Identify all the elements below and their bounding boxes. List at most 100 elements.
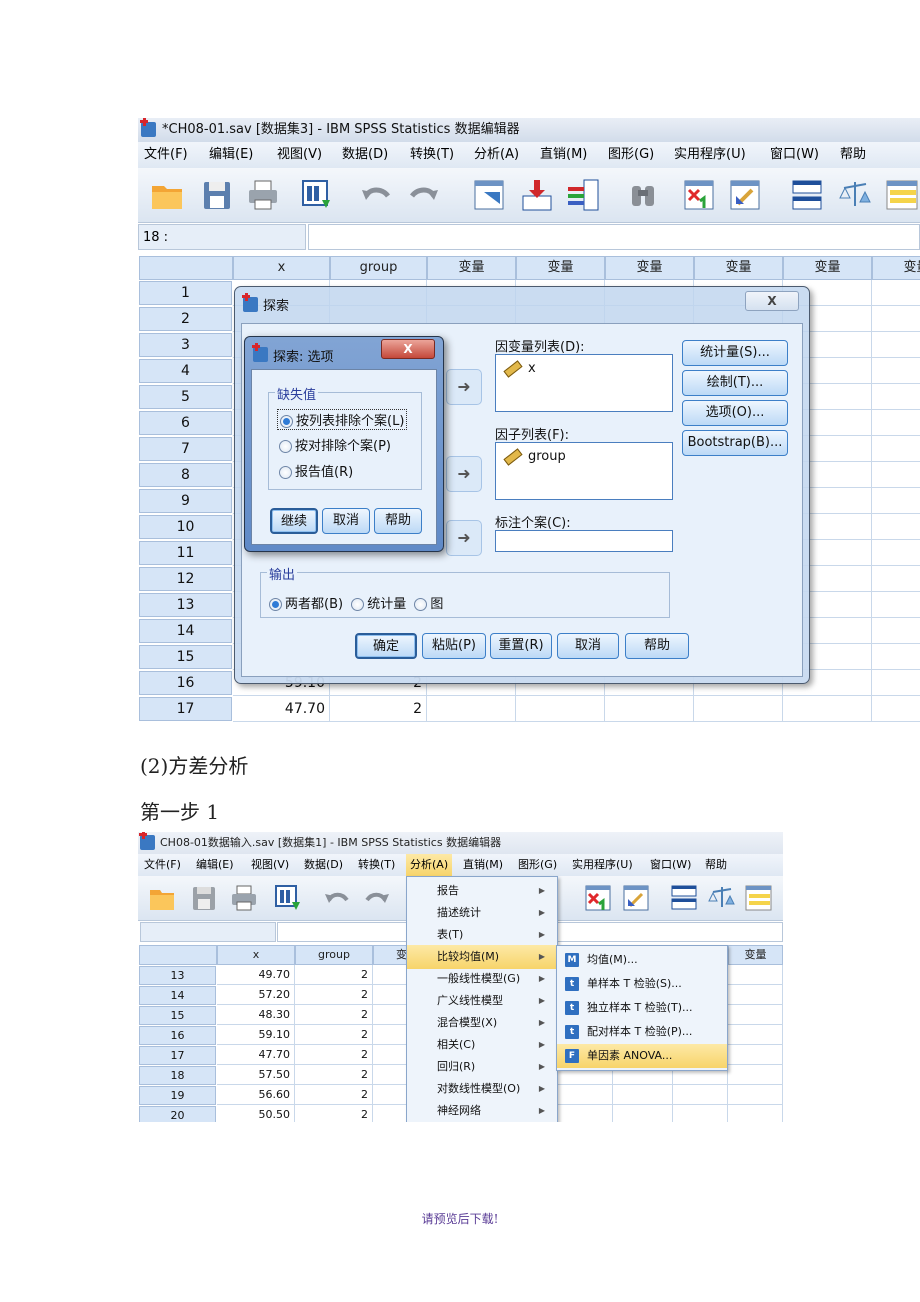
find-icon[interactable] xyxy=(626,178,660,212)
row-header[interactable]: 16 xyxy=(139,671,232,695)
table-cell[interactable] xyxy=(872,618,920,644)
menu-item[interactable]: 神经网络 ▶ xyxy=(407,1099,557,1122)
exclude-listwise-radio[interactable]: 按列表排除个案(L) xyxy=(277,409,408,430)
output-statistics-radio[interactable]: 统计量 xyxy=(351,597,406,612)
table-cell[interactable] xyxy=(872,306,920,332)
open-folder-icon[interactable] xyxy=(148,884,176,912)
continue-button[interactable]: 继续 xyxy=(270,508,318,534)
table-cell[interactable]: 47.70 xyxy=(233,696,330,722)
table-cell[interactable] xyxy=(872,410,920,436)
table-cell[interactable] xyxy=(872,696,920,722)
col-header-var[interactable]: 变量 xyxy=(783,256,872,280)
insert-variable-icon[interactable] xyxy=(566,178,600,212)
factor-list-item[interactable]: group xyxy=(503,447,566,466)
redo-icon[interactable] xyxy=(406,178,440,212)
table-cell[interactable]: 47.70 xyxy=(217,1045,295,1065)
table-cell[interactable]: 2 xyxy=(295,1085,373,1105)
row-header[interactable]: 15 xyxy=(139,1006,216,1025)
row-header[interactable]: 8 xyxy=(139,463,232,487)
undo-icon[interactable] xyxy=(324,884,352,912)
menu-item[interactable]: 相关(C) ▶ xyxy=(407,1033,557,1057)
row-header[interactable]: 5 xyxy=(139,385,232,409)
options-button[interactable]: 选项(O)... xyxy=(682,400,788,426)
table-cell[interactable]: 48.30 xyxy=(217,1005,295,1025)
reset-button[interactable]: 重置(R) xyxy=(490,633,552,659)
use-sets-icon[interactable] xyxy=(744,884,772,912)
menu-direct-marketing[interactable]: 直销(M) xyxy=(540,142,587,168)
row-header[interactable]: 11 xyxy=(139,541,232,565)
menu-transform[interactable]: 转换(T) xyxy=(358,854,395,876)
move-to-factor-arrow-icon[interactable]: ➜ xyxy=(446,456,482,492)
menu-analyze[interactable]: 分析(A) xyxy=(406,854,453,876)
table-cell[interactable] xyxy=(613,1085,673,1105)
table-cell[interactable]: 2 xyxy=(295,985,373,1005)
table-cell[interactable] xyxy=(872,280,920,306)
table-cell[interactable] xyxy=(872,566,920,592)
table-cell[interactable] xyxy=(728,1025,783,1045)
col-header-x[interactable]: x xyxy=(233,256,330,280)
table-cell[interactable] xyxy=(872,488,920,514)
move-to-dependent-arrow-icon[interactable]: ➜ xyxy=(446,369,482,405)
table-cell[interactable]: 2 xyxy=(295,1005,373,1025)
row-header[interactable]: 19 xyxy=(139,1086,216,1105)
submenu-item[interactable]: t 单样本 T 检验(S)... xyxy=(557,972,727,996)
table-cell[interactable] xyxy=(872,592,920,618)
menu-window[interactable]: 窗口(W) xyxy=(770,142,819,168)
col-header-x[interactable]: x xyxy=(217,945,295,965)
table-cell[interactable] xyxy=(516,696,605,722)
table-cell[interactable] xyxy=(872,436,920,462)
cancel-button[interactable]: 取消 xyxy=(557,633,619,659)
col-header-group[interactable]: group xyxy=(295,945,373,965)
close-button[interactable]: X xyxy=(381,339,435,359)
table-cell[interactable] xyxy=(427,696,516,722)
row-header[interactable]: 4 xyxy=(139,359,232,383)
col-header-var[interactable]: 变量 xyxy=(605,256,694,280)
exclude-pairwise-radio[interactable]: 按对排除个案(P) xyxy=(279,435,391,454)
table-cell[interactable]: 2 xyxy=(330,696,427,722)
menu-item[interactable]: 描述统计 ▶ xyxy=(407,901,557,925)
cell-value-editor[interactable] xyxy=(308,224,920,250)
table-cell[interactable] xyxy=(872,358,920,384)
row-header[interactable]: 1 xyxy=(139,281,232,305)
select-cases-icon[interactable] xyxy=(728,178,762,212)
menu-graphs[interactable]: 图形(G) xyxy=(608,142,654,168)
table-cell[interactable] xyxy=(694,696,783,722)
submenu-item[interactable]: t 独立样本 T 检验(T)... xyxy=(557,996,727,1020)
table-cell[interactable]: 2 xyxy=(295,965,373,985)
table-cell[interactable] xyxy=(728,985,783,1005)
menu-transform[interactable]: 转换(T) xyxy=(410,142,454,168)
row-header[interactable]: 17 xyxy=(139,1046,216,1065)
dependent-list[interactable]: x xyxy=(495,354,673,412)
table-cell[interactable] xyxy=(613,1105,673,1122)
menu-item[interactable]: 混合模型(X) ▶ xyxy=(407,1011,557,1035)
menu-utilities[interactable]: 实用程序(U) xyxy=(674,142,746,168)
table-cell[interactable]: 2 xyxy=(295,1025,373,1045)
submenu-item[interactable]: F 单因素 ANOVA... xyxy=(557,1044,727,1068)
output-both-radio[interactable]: 两者都(B) xyxy=(269,597,343,612)
table-cell[interactable] xyxy=(728,965,783,985)
col-header-var[interactable]: 变量 xyxy=(728,945,783,965)
row-header[interactable]: 14 xyxy=(139,986,216,1005)
table-cell[interactable] xyxy=(783,696,872,722)
menu-file[interactable]: 文件(F) xyxy=(144,142,188,168)
row-header[interactable]: 7 xyxy=(139,437,232,461)
recall-dialog-icon[interactable] xyxy=(274,884,302,912)
table-cell[interactable] xyxy=(872,644,920,670)
split-file-icon[interactable] xyxy=(584,884,612,912)
ok-button[interactable]: 确定 xyxy=(355,633,417,659)
split-file-icon[interactable] xyxy=(682,178,716,212)
select-cases-icon[interactable] xyxy=(622,884,650,912)
menu-item[interactable]: 一般线性模型(G) ▶ xyxy=(407,967,557,991)
menu-view[interactable]: 视图(V) xyxy=(251,854,289,876)
menu-edit[interactable]: 编辑(E) xyxy=(196,854,234,876)
dependent-list-item[interactable]: x xyxy=(503,359,536,378)
row-header[interactable]: 2 xyxy=(139,307,232,331)
row-header[interactable]: 13 xyxy=(139,966,216,985)
menu-data[interactable]: 数据(D) xyxy=(304,854,343,876)
menu-edit[interactable]: 编辑(E) xyxy=(209,142,253,168)
print-icon[interactable] xyxy=(246,178,280,212)
table-cell[interactable] xyxy=(728,1005,783,1025)
row-header[interactable]: 12 xyxy=(139,567,232,591)
value-labels-icon[interactable] xyxy=(838,178,872,212)
table-cell[interactable] xyxy=(605,696,694,722)
